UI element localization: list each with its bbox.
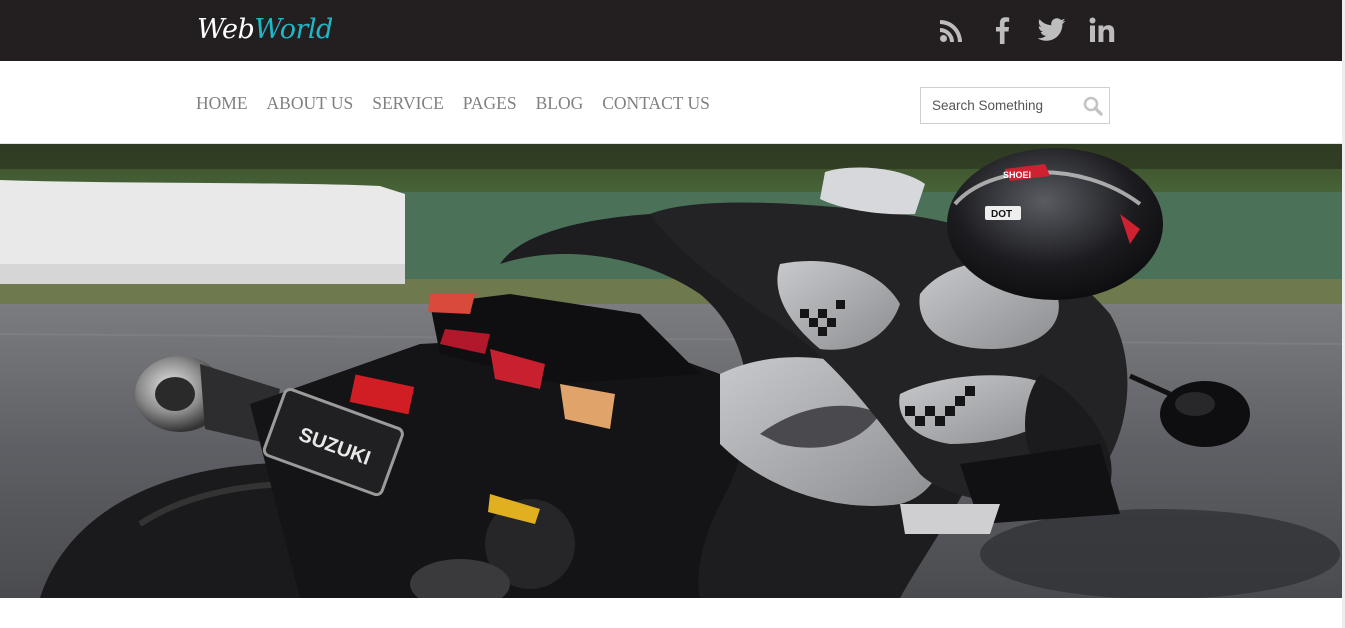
nav-item-contact-us[interactable]: CONTACT US [602,93,710,113]
content-below-hero [0,598,1345,628]
search-input[interactable] [921,88,1081,123]
nav-item-about-us[interactable]: ABOUT US [267,93,354,113]
nav-menu: HOME ABOUT US SERVICE PAGES BLOG CONTACT… [196,93,729,113]
top-bar: WebWorld [0,0,1342,61]
nav-item-home[interactable]: HOME [196,93,248,113]
nav-item-service[interactable]: SERVICE [372,93,444,113]
helmet-dot-badge: DOT [991,209,1012,220]
helmet-brand-text: SHOEI [1003,170,1031,180]
logo-text-web: Web [197,14,255,45]
logo-text-world: World [254,14,333,45]
twitter-icon[interactable] [1035,14,1069,46]
linkedin-icon[interactable] [1085,14,1119,46]
hero-banner: SUZUKI SHOEI DOT [0,144,1343,598]
nav-item-pages[interactable]: PAGES [463,93,517,113]
section-heading-clipped [270,618,1070,628]
rss-icon[interactable] [935,14,969,46]
nav-item-blog[interactable]: BLOG [536,93,584,113]
main-navigation: HOME ABOUT US SERVICE PAGES BLOG CONTACT… [0,61,1342,144]
search-box [920,87,1110,124]
search-icon[interactable] [1083,96,1103,116]
facebook-icon[interactable] [985,14,1019,46]
site-logo[interactable]: WebWorld [197,10,333,50]
motorcycle-racer-photo: SUZUKI SHOEI DOT [0,144,1343,598]
social-links [935,14,1119,46]
